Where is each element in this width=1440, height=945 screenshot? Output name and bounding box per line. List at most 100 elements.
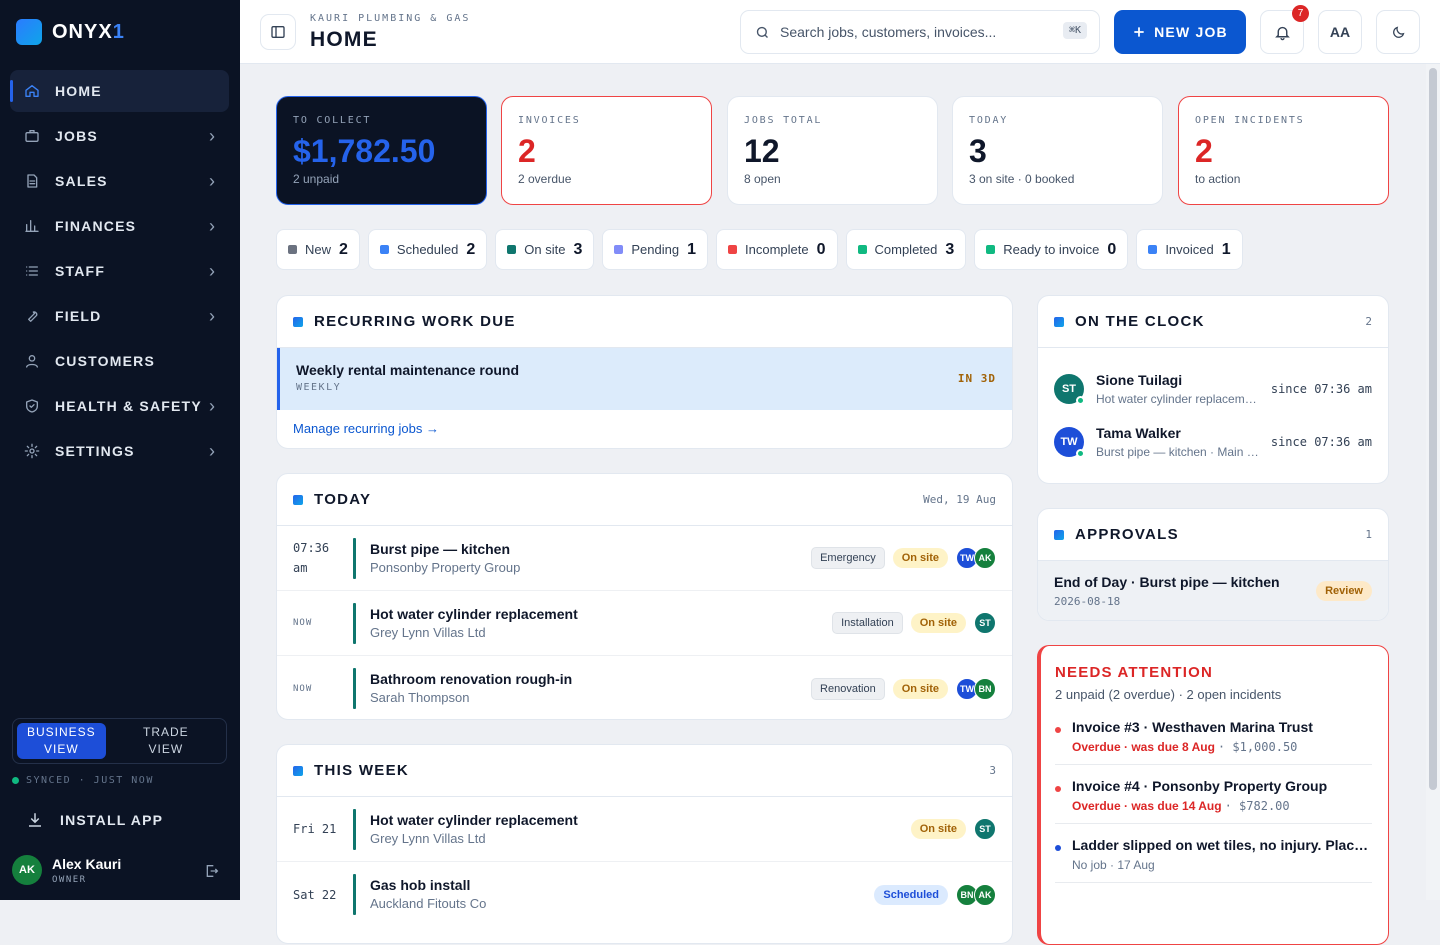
sidebar-item-customers[interactable]: CUSTOMERS xyxy=(10,340,229,382)
attention-item-title: Invoice #4 · Ponsonby Property Group xyxy=(1072,778,1328,794)
stat-card-jobs-total[interactable]: JOBS TOTAL 12 8 open xyxy=(727,96,938,205)
sync-dot-icon xyxy=(12,777,19,784)
approvals-title: APPROVALS xyxy=(1075,526,1179,543)
staff-clock-row[interactable]: ST Sione Tuilagi Hot water cylinder replac… xyxy=(1038,362,1388,415)
table-row[interactable]: NOW Bathroom renovation rough-in Sarah Tho… xyxy=(277,656,1012,719)
user-avatar: AK xyxy=(12,855,42,885)
attention-item[interactable]: Ladder slipped on wet tiles, no injury. … xyxy=(1055,824,1372,883)
table-row[interactable]: Sat 22 Gas hob install Auckland Fitouts Co… xyxy=(277,862,1012,927)
download-icon xyxy=(29,813,41,827)
attention-summary: 2 unpaid (2 overdue) · 2 open incidents xyxy=(1055,687,1282,702)
logo[interactable]: ONYX1 xyxy=(16,19,125,45)
user-profile[interactable]: AK Alex Kauri OWNER xyxy=(12,855,228,885)
job-customer: Ponsonby Property Group xyxy=(370,560,521,575)
logout-icon[interactable] xyxy=(204,863,220,879)
sync-text: SYNCED · JUST NOW xyxy=(26,775,154,786)
chevron-right-icon: › xyxy=(209,215,215,236)
review-badge[interactable]: Review xyxy=(1316,581,1372,601)
status-chip-incomplete[interactable]: Incomplete 0 xyxy=(716,229,838,270)
job-status-bar xyxy=(353,603,356,644)
stat-card-open-incidents[interactable]: OPEN INCIDENTS 2 to action xyxy=(1178,96,1389,205)
status-chip-scheduled[interactable]: Scheduled 2 xyxy=(367,229,488,270)
status-chip-invoiced[interactable]: Invoiced 1 xyxy=(1136,229,1243,270)
stat-card-to-collect[interactable]: TO COLLECT $1,782.50 2 unpaid xyxy=(276,96,487,205)
job-time: 07:36 am xyxy=(293,541,330,575)
sidebar-item-settings[interactable]: SETTINGS › xyxy=(10,430,229,472)
stat-subtext: 3 on site · 0 booked xyxy=(969,172,1075,186)
status-color-dot-icon xyxy=(728,245,737,254)
status-chip-pending[interactable]: Pending 1 xyxy=(602,229,708,270)
sidebar-item-health-safety[interactable]: HEALTH & SAFETY › xyxy=(10,385,229,427)
job-status-badge: Scheduled xyxy=(874,884,948,905)
assignee-avatar[interactable]: BN xyxy=(974,677,996,700)
recurring-item[interactable]: Weekly rental maintenance round WEEKLY I… xyxy=(277,348,1012,410)
install-app-button[interactable]: INSTALL APP xyxy=(26,811,163,829)
stat-value: 2 xyxy=(1195,133,1213,169)
attention-dot-icon xyxy=(1055,786,1061,792)
sidebar-item-staff[interactable]: STAFF › xyxy=(10,250,229,292)
notifications-button[interactable]: 7 xyxy=(1260,5,1309,54)
today-title: TODAY xyxy=(314,491,372,508)
business-view-button[interactable]: BUSINESS VIEW xyxy=(17,723,106,759)
stat-card-today[interactable]: TODAY 3 3 on site · 0 booked xyxy=(952,96,1163,205)
status-chip-ready-to-invoice[interactable]: Ready to invoice 0 xyxy=(974,229,1129,270)
attention-item-subtext: No job · 17 Aug xyxy=(1072,858,1372,872)
this-week-header: THIS WEEK 3 xyxy=(277,745,1012,797)
theme-toggle-button[interactable] xyxy=(1376,10,1420,54)
notification-count: 7 xyxy=(1292,5,1309,22)
main-scrollbar[interactable] xyxy=(1426,64,1440,900)
stat-label: TODAY xyxy=(969,115,1009,126)
text-size-button[interactable]: AA xyxy=(1318,10,1362,54)
assignee-avatar[interactable]: AK xyxy=(974,883,996,906)
section-marker-icon xyxy=(293,316,303,327)
sidebar-item-finances[interactable]: FINANCES › xyxy=(10,205,229,247)
status-chip-count: 2 xyxy=(466,240,476,258)
status-chip-new[interactable]: New 2 xyxy=(276,229,360,270)
manage-recurring-link[interactable]: Manage recurring jobs → xyxy=(277,410,1012,447)
scrollbar-thumb[interactable] xyxy=(1429,68,1437,790)
assignee-avatar[interactable]: AK xyxy=(974,547,996,569)
trade-view-button[interactable]: TRADE VIEW xyxy=(110,723,222,759)
staff-avatar: TW xyxy=(1054,426,1085,458)
sidebar-item-label: JOBS xyxy=(55,128,98,144)
job-text: Burst pipe — kitchen Ponsonby Property Gr… xyxy=(370,541,520,575)
on-clock-title: ON THE CLOCK xyxy=(1075,313,1205,330)
search-input[interactable]: Search jobs, customers, invoices... ⌘K xyxy=(740,10,1100,54)
sidebar-item-home[interactable]: HOME xyxy=(10,70,229,112)
job-meta: Installation On site ST xyxy=(832,612,996,634)
assignee-avatar[interactable]: ST xyxy=(974,612,996,634)
attention-item[interactable]: Invoice #4 · Ponsonby Property Group Over… xyxy=(1055,765,1372,824)
table-row[interactable]: NOW Hot water cylinder replacement Grey Ly… xyxy=(277,591,1012,656)
sidebar-item-sales[interactable]: SALES › xyxy=(10,160,229,202)
job-time: NOW xyxy=(293,683,313,694)
section-marker-icon xyxy=(1054,316,1064,327)
user-name: Alex Kauri xyxy=(52,855,122,872)
new-job-button[interactable]: NEW JOB xyxy=(1114,10,1246,54)
status-chip-on-site[interactable]: On site 3 xyxy=(495,229,595,270)
status-chip-completed[interactable]: Completed 3 xyxy=(845,229,967,270)
stat-card-invoices[interactable]: INVOICES 2 2 overdue xyxy=(501,96,712,205)
table-row[interactable]: Fri 21 Hot water cylinder replacement Grey… xyxy=(277,797,1012,862)
attention-item[interactable]: Invoice #3 · Westhaven Marina Trust Overd… xyxy=(1055,706,1372,765)
status-chip-count: 0 xyxy=(816,240,826,258)
staff-clock-row[interactable]: TW Tama Walker Burst pipe — kitchen · Main… xyxy=(1038,415,1388,468)
approvals-panel: APPROVALS 1 End of Day · Burst pipe — ki… xyxy=(1037,508,1389,621)
status-chip-label: On site xyxy=(524,242,566,257)
overdue-label: Overdue · was due 8 Aug xyxy=(1072,740,1215,754)
sidebar-item-jobs[interactable]: JOBS › xyxy=(10,115,229,157)
status-chip-count: 3 xyxy=(945,240,955,258)
status-chips: New 2 Scheduled 2 On site 3 Pending 1 Incomplete… xyxy=(276,229,1243,270)
job-status-bar xyxy=(353,538,356,579)
job-status-bar xyxy=(353,874,356,915)
approval-item[interactable]: End of Day · Burst pipe — kitchen 2026-0… xyxy=(1038,561,1388,620)
stat-subtext: 2 overdue xyxy=(518,172,572,186)
status-chip-count: 2 xyxy=(339,240,348,258)
toggle-sidebar-button[interactable] xyxy=(260,14,296,50)
staff-avatar: ST xyxy=(1054,373,1085,405)
table-row[interactable]: 07:36 am Burst pipe — kitchen Ponsonby Pro… xyxy=(277,526,1012,591)
assignee-avatar[interactable]: ST xyxy=(974,818,996,840)
sidebar: ONYX1 HOME JOBS › SALES › FINANCES › STAFF › FIEL… xyxy=(0,0,240,900)
sidebar-item-field[interactable]: FIELD › xyxy=(10,295,229,337)
today-header: TODAY Wed, 19 Aug xyxy=(277,474,1012,526)
sidebar-item-label: SALES xyxy=(55,173,108,189)
